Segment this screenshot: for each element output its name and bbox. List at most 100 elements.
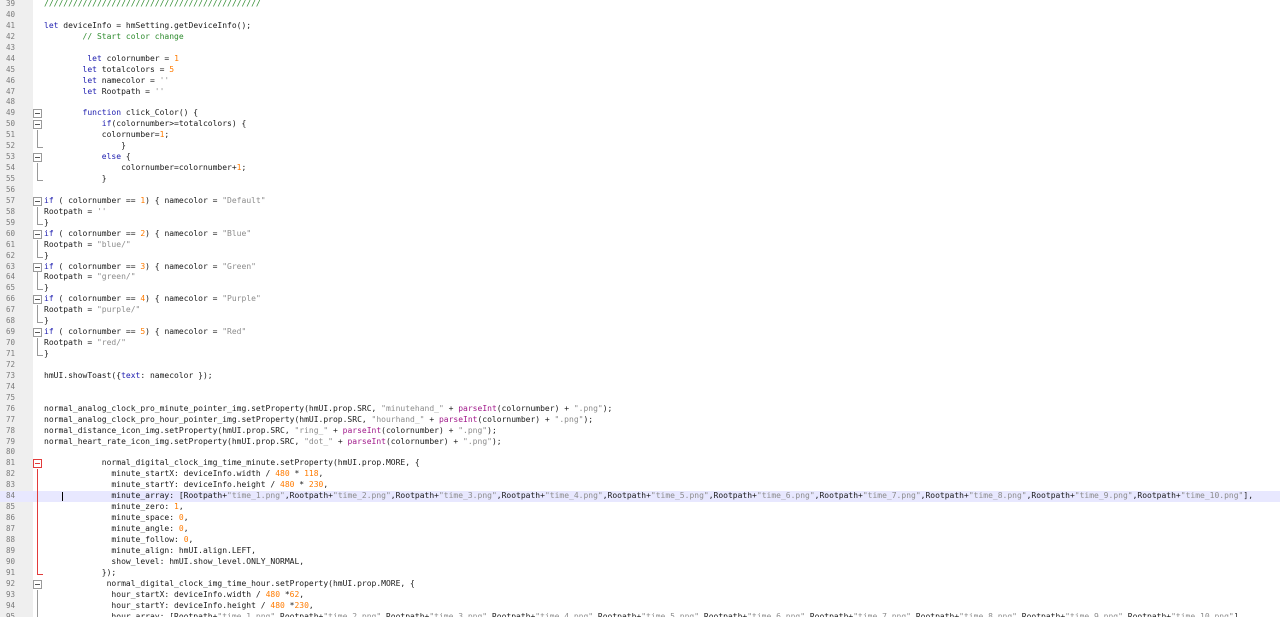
code-line[interactable]: 66 if ( colornumber == 4) { namecolor = "…	[0, 294, 1280, 305]
code-text[interactable]: let totalcolors = 5	[44, 65, 175, 76]
code-line[interactable]: 40	[0, 10, 1280, 21]
code-line[interactable]: 87 minute_angle: 0,	[0, 524, 1280, 535]
code-text[interactable]: normal_analog_clock_pro_minute_pointer_i…	[44, 404, 612, 415]
code-text[interactable]: }	[44, 349, 49, 360]
code-line[interactable]: 74	[0, 382, 1280, 393]
code-line[interactable]: 69 if ( colornumber == 5) { namecolor = "…	[0, 327, 1280, 338]
code-line[interactable]: 88 minute_follow: 0,	[0, 534, 1280, 546]
code-line[interactable]: 42 // Start color change	[0, 32, 1280, 43]
code-text[interactable]: }	[44, 283, 49, 294]
code-line[interactable]: 58 Rootpath = ''	[0, 206, 1280, 218]
code-line[interactable]: 62}	[0, 250, 1280, 262]
code-line[interactable]: 46 let namecolor = ''	[0, 76, 1280, 87]
code-line[interactable]: 93 hour_startX: deviceInfo.width / 480 *…	[0, 589, 1280, 601]
code-line[interactable]: 55 }	[0, 174, 1280, 185]
code-text[interactable]: minute_follow: 0,	[44, 535, 193, 546]
code-text[interactable]: // Start color change	[44, 32, 184, 43]
fold-toggle-icon[interactable]	[33, 109, 42, 119]
code-text[interactable]: let deviceInfo = hmSetting.getDeviceInfo…	[44, 21, 251, 32]
fold-toggle-icon[interactable]	[33, 295, 42, 305]
code-text[interactable]: minute_zero: 1,	[44, 502, 183, 513]
code-text[interactable]: let Rootpath = ''	[44, 87, 165, 98]
code-text[interactable]: hour_array: [Rootpath+"time_1.png",Rootp…	[44, 612, 1243, 617]
code-line[interactable]: 75	[0, 393, 1280, 404]
code-line[interactable]: 89 minute_align: hmUI.align.LEFT,	[0, 545, 1280, 557]
code-line[interactable]: 41 let deviceInfo = hmSetting.getDeviceIn…	[0, 21, 1280, 32]
code-text[interactable]: if ( colornumber == 2) { namecolor = "Bl…	[44, 229, 251, 240]
code-line[interactable]: 78 normal_distance_icon_img.setProperty(h…	[0, 426, 1280, 437]
code-line[interactable]: 91 });	[0, 567, 1280, 579]
code-line[interactable]: 64 Rootpath = "green/"	[0, 272, 1280, 284]
code-text[interactable]: if(colornumber>=totalcolors) {	[44, 119, 247, 130]
code-text[interactable]: Rootpath = "purple/"	[44, 305, 140, 316]
code-line[interactable]: 70 Rootpath = "red/"	[0, 338, 1280, 349]
code-line[interactable]: 48	[0, 97, 1280, 108]
fold-toggle-icon[interactable]	[33, 196, 42, 206]
code-line[interactable]: 86 minute_space: 0,	[0, 513, 1280, 524]
code-text[interactable]: normal_heart_rate_icon_img.setProperty(h…	[44, 437, 502, 448]
code-line[interactable]: 53 else {	[0, 152, 1280, 163]
code-text[interactable]: minute_angle: 0,	[44, 524, 188, 535]
code-line[interactable]: 51 colornumber=1;	[0, 130, 1280, 142]
code-text[interactable]: colornumber=1;	[44, 130, 169, 141]
code-text[interactable]: hmUI.showToast({text: namecolor });	[44, 371, 213, 382]
code-lines[interactable]: 39 //////////////////////////////////////…	[0, 0, 1280, 617]
code-text[interactable]: Rootpath = "red/"	[44, 338, 126, 349]
code-text[interactable]: }	[44, 218, 49, 229]
code-line[interactable]: 84 minute_array: [Rootpath+"time_1.png",…	[0, 491, 1280, 503]
code-text[interactable]: }	[44, 174, 107, 185]
code-line[interactable]: 47 let Rootpath = ''	[0, 87, 1280, 98]
fold-toggle-icon[interactable]	[33, 459, 42, 469]
code-line[interactable]: 95 hour_array: [Rootpath+"time_1.png",Ro…	[0, 611, 1280, 617]
code-line[interactable]: 68}	[0, 316, 1280, 327]
code-text[interactable]: Rootpath = "green/"	[44, 272, 136, 283]
code-text[interactable]: if ( colornumber == 5) { namecolor = "Re…	[44, 327, 246, 338]
code-text[interactable]: let namecolor = ''	[44, 76, 170, 87]
code-text[interactable]: if ( colornumber == 3) { namecolor = "Gr…	[44, 262, 256, 273]
code-text[interactable]: normal_digital_clock_img_time_hour.setPr…	[44, 579, 415, 590]
code-line[interactable]: 77 normal_analog_clock_pro_hour_pointer_i…	[0, 415, 1280, 426]
code-line[interactable]: 72	[0, 360, 1280, 371]
code-text[interactable]: minute_startY: deviceInfo.height / 480 *…	[44, 480, 328, 491]
code-line[interactable]: 50 if(colornumber>=totalcolors) {	[0, 119, 1280, 130]
code-line[interactable]: 79 normal_heart_rate_icon_img.setProperty…	[0, 437, 1280, 448]
code-text[interactable]: minute_array: [Rootpath+"time_1.png",Roo…	[44, 491, 1253, 502]
code-line[interactable]: 56	[0, 185, 1280, 196]
code-line[interactable]: 80	[0, 447, 1280, 458]
code-line[interactable]: 63 if ( colornumber == 3) { namecolor = "…	[0, 262, 1280, 273]
code-text[interactable]: }	[44, 316, 49, 327]
code-text[interactable]: function click_Color() {	[44, 108, 199, 119]
code-text[interactable]: normal_distance_icon_img.setProperty(hmU…	[44, 426, 497, 437]
fold-toggle-icon[interactable]	[33, 153, 42, 163]
code-text[interactable]: });	[44, 568, 116, 579]
code-line[interactable]: 39 //////////////////////////////////////…	[0, 0, 1280, 10]
code-line[interactable]: 90 show_level: hmUI.show_level.ONLY_NORM…	[0, 556, 1280, 568]
code-text[interactable]: show_level: hmUI.show_level.ONLY_NORMAL,	[44, 557, 304, 568]
code-line[interactable]: 57 if ( colornumber == 1) { namecolor = "…	[0, 196, 1280, 207]
code-text[interactable]: minute_startX: deviceInfo.width / 480 * …	[44, 469, 323, 480]
code-line[interactable]: 52 }	[0, 141, 1280, 152]
code-line[interactable]: 82 minute_startX: deviceInfo.width / 480…	[0, 469, 1280, 481]
code-text[interactable]: minute_space: 0,	[44, 513, 188, 524]
code-text[interactable]: minute_align: hmUI.align.LEFT,	[44, 546, 256, 557]
code-text[interactable]: Rootpath = ''	[44, 207, 107, 218]
code-line[interactable]: 54 colornumber=colornumber+1;	[0, 163, 1280, 174]
code-text[interactable]: normal_digital_clock_img_time_minute.set…	[44, 458, 420, 469]
code-text[interactable]: }	[44, 141, 126, 152]
code-line[interactable]: 73 hmUI.showToast({text: namecolor });	[0, 371, 1280, 382]
code-text[interactable]: normal_analog_clock_pro_hour_pointer_img…	[44, 415, 593, 426]
code-text[interactable]: colornumber=colornumber+1;	[44, 163, 246, 174]
code-text[interactable]: let colornumber = 1	[44, 54, 179, 65]
code-line[interactable]: 92 normal_digital_clock_img_time_hour.se…	[0, 579, 1280, 590]
code-line[interactable]: 43	[0, 43, 1280, 54]
code-line[interactable]: 49 function click_Color() {	[0, 108, 1280, 119]
code-line[interactable]: 67 Rootpath = "purple/"	[0, 305, 1280, 317]
code-text[interactable]: if ( colornumber == 4) { namecolor = "Pu…	[44, 294, 261, 305]
code-text[interactable]: if ( colornumber == 1) { namecolor = "De…	[44, 196, 266, 207]
code-line[interactable]: 45 let totalcolors = 5	[0, 65, 1280, 76]
code-line[interactable]: 60 if ( colornumber == 2) { namecolor = "…	[0, 229, 1280, 240]
code-editor[interactable]: 39 //////////////////////////////////////…	[0, 0, 1280, 617]
code-text[interactable]: }	[44, 251, 49, 262]
fold-toggle-icon[interactable]	[33, 229, 42, 239]
code-line[interactable]: 71}	[0, 349, 1280, 360]
